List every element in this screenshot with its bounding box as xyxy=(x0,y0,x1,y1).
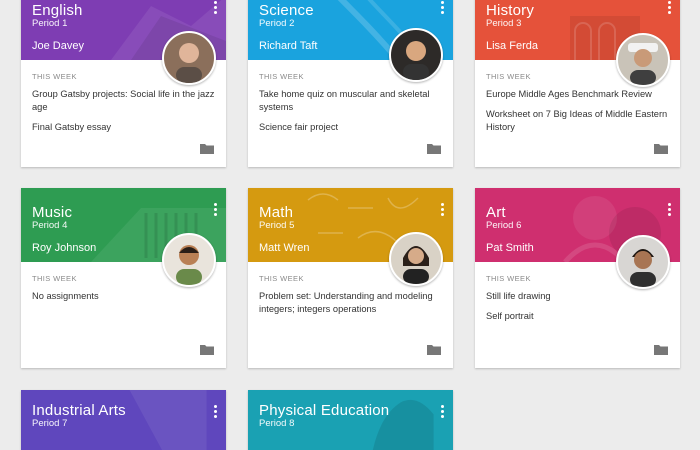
class-period: Period 8 xyxy=(259,418,295,429)
this-week-label: THIS WEEK xyxy=(32,274,77,283)
teacher-name: Lisa Ferda xyxy=(486,40,538,52)
class-period: Period 7 xyxy=(32,418,68,429)
card-body: THIS WEEK No assignments xyxy=(21,274,226,303)
card-banner[interactable]: Physical Education Period 8 xyxy=(248,390,453,450)
class-card-industrial-arts[interactable]: Industrial Arts Period 7 xyxy=(21,390,226,450)
this-week-label: THIS WEEK xyxy=(259,72,304,81)
assignment-item[interactable]: Problem set: Understanding and modeling … xyxy=(259,290,442,316)
card-body: THIS WEEK Problem set: Understanding and… xyxy=(248,274,453,316)
more-vert-icon[interactable] xyxy=(210,202,220,218)
assignment-item[interactable]: Europe Middle Ages Benchmark Review xyxy=(486,88,669,101)
more-vert-icon[interactable] xyxy=(437,202,447,218)
class-title[interactable]: Music xyxy=(32,204,72,221)
class-period: Period 2 xyxy=(259,18,295,29)
this-week-label: THIS WEEK xyxy=(259,274,304,283)
class-card-art[interactable]: Art Period 6 Pat Smith THIS WEEK Still l… xyxy=(475,188,680,368)
folder-icon[interactable] xyxy=(654,143,668,154)
class-title[interactable]: Science xyxy=(259,2,314,19)
folder-icon[interactable] xyxy=(200,344,214,355)
this-week-label: THIS WEEK xyxy=(486,274,531,283)
class-card-music[interactable]: Music Period 4 Roy Johnson THIS WEEK No … xyxy=(21,188,226,368)
teacher-name: Roy Johnson xyxy=(32,242,97,254)
class-title[interactable]: History xyxy=(486,2,534,19)
assignment-item[interactable]: Group Gatsby projects: Social life in th… xyxy=(32,88,215,114)
folder-icon[interactable] xyxy=(654,344,668,355)
class-period: Period 3 xyxy=(486,18,522,29)
card-body: THIS WEEK Europe Middle Ages Benchmark R… xyxy=(475,72,680,134)
assignment-item[interactable]: No assignments xyxy=(32,290,215,303)
assignment-item[interactable]: Science fair project xyxy=(259,121,442,134)
card-banner[interactable]: Industrial Arts Period 7 xyxy=(21,390,226,450)
card-body: THIS WEEK Still life drawing Self portra… xyxy=(475,274,680,323)
class-card-english[interactable]: English Period 1 Joe Davey THIS WEEK Gro… xyxy=(21,0,226,167)
assignment-item[interactable]: Take home quiz on muscular and skeletal … xyxy=(259,88,442,114)
more-vert-icon[interactable] xyxy=(210,404,220,420)
class-card-physical-education[interactable]: Physical Education Period 8 xyxy=(248,390,453,450)
assignment-item[interactable]: Worksheet on 7 Big Ideas of Middle Easte… xyxy=(486,108,669,134)
assignment-item[interactable]: Final Gatsby essay xyxy=(32,121,215,134)
class-title[interactable]: Math xyxy=(259,204,293,221)
teacher-name: Matt Wren xyxy=(259,242,310,254)
class-card-science[interactable]: Science Period 2 Richard Taft THIS WEEK … xyxy=(248,0,453,167)
teacher-name: Joe Davey xyxy=(32,40,84,52)
card-body: THIS WEEK Take home quiz on muscular and… xyxy=(248,72,453,134)
more-vert-icon[interactable] xyxy=(437,404,447,420)
more-vert-icon[interactable] xyxy=(437,0,447,16)
class-title[interactable]: English xyxy=(32,2,83,19)
class-title[interactable]: Art xyxy=(486,204,506,221)
folder-icon[interactable] xyxy=(427,344,441,355)
folder-icon[interactable] xyxy=(427,143,441,154)
assignment-item[interactable]: Still life drawing xyxy=(486,290,669,303)
folder-icon[interactable] xyxy=(200,143,214,154)
more-vert-icon[interactable] xyxy=(210,0,220,16)
assignment-item[interactable]: Self portrait xyxy=(486,310,669,323)
class-period: Period 4 xyxy=(32,220,68,231)
class-period: Period 6 xyxy=(486,220,522,231)
class-card-math[interactable]: Math Period 5 Matt Wren THIS WEEK Proble… xyxy=(248,188,453,368)
more-vert-icon[interactable] xyxy=(664,0,674,16)
class-title[interactable]: Physical Education xyxy=(259,402,389,419)
class-period: Period 5 xyxy=(259,220,295,231)
teacher-name: Richard Taft xyxy=(259,40,318,52)
class-card-history[interactable]: History Period 3 Lisa Ferda THIS WEEK Eu… xyxy=(475,0,680,167)
this-week-label: THIS WEEK xyxy=(32,72,77,81)
class-title[interactable]: Industrial Arts xyxy=(32,402,126,419)
card-body: THIS WEEK Group Gatsby projects: Social … xyxy=(21,72,226,134)
class-period: Period 1 xyxy=(32,18,68,29)
more-vert-icon[interactable] xyxy=(664,202,674,218)
this-week-label: THIS WEEK xyxy=(486,72,531,81)
teacher-name: Pat Smith xyxy=(486,242,534,254)
